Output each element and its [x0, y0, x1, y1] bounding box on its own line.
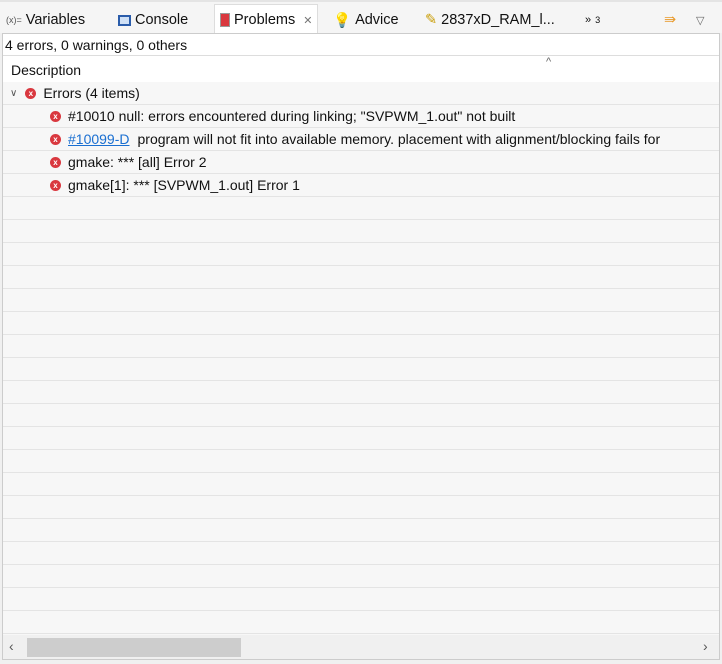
- error-description: gmake: *** [all] Error 2: [68, 154, 207, 170]
- empty-row: [3, 542, 719, 565]
- close-icon[interactable]: ✕: [303, 14, 312, 27]
- scrollbar-thumb[interactable]: [27, 638, 241, 657]
- error-icon: x: [50, 179, 61, 191]
- tab-advice[interactable]: 💡 Advice: [333, 5, 399, 35]
- view-menu-button[interactable]: ▽: [696, 5, 704, 35]
- error-code-link[interactable]: #10099-D: [68, 131, 130, 147]
- empty-row: [3, 243, 719, 266]
- variables-icon: (x)=: [6, 15, 22, 25]
- empty-row: [3, 220, 719, 243]
- empty-row: [3, 588, 719, 611]
- focus-icon: ⇛: [664, 12, 677, 28]
- group-label: Errors (4 items): [43, 85, 140, 101]
- overflow-count: 3: [595, 15, 601, 25]
- error-icon: x: [50, 110, 61, 122]
- error-icon: x: [50, 133, 61, 145]
- column-header-description[interactable]: Description ^: [3, 55, 719, 81]
- view-tab-bar: (x)= Variables Console Problems ✕ 💡 Advice …: [0, 0, 722, 35]
- empty-row: [3, 473, 719, 496]
- problems-tree: ∨ x Errors (4 items) x #10010 null: errors …: [3, 82, 719, 635]
- error-icon: x: [50, 156, 61, 168]
- empty-row: [3, 381, 719, 404]
- sort-up-icon: ^: [546, 56, 552, 68]
- problems-icon: [220, 13, 230, 27]
- horizontal-scrollbar[interactable]: ‹ ›: [3, 635, 719, 659]
- scroll-left-icon[interactable]: ‹: [9, 638, 14, 654]
- empty-row: [3, 289, 719, 312]
- empty-row: [3, 335, 719, 358]
- tab-label: Variables: [25, 12, 86, 28]
- empty-row: [3, 611, 719, 634]
- focus-button[interactable]: ⇛: [664, 5, 676, 35]
- tab-overflow-button[interactable]: » 3: [585, 5, 600, 35]
- lightbulb-icon: 💡: [333, 12, 352, 29]
- empty-row: [3, 358, 719, 381]
- tab-label: Console: [135, 12, 189, 28]
- list-item[interactable]: x #10099-D program will not fit into avail…: [3, 128, 719, 151]
- empty-row: [3, 266, 719, 289]
- scroll-right-icon[interactable]: ›: [703, 638, 708, 654]
- chevron-down-icon: ▽: [696, 14, 705, 27]
- empty-row: [3, 519, 719, 542]
- empty-row: [3, 496, 719, 519]
- chevron-double-right-icon: »: [585, 14, 592, 26]
- error-description: gmake[1]: *** [SVPWM_1.out] Error 1: [68, 177, 300, 193]
- empty-row: [3, 404, 719, 427]
- tree-group-errors[interactable]: ∨ x Errors (4 items): [3, 82, 719, 105]
- linker-file-icon: ✎: [425, 12, 438, 28]
- tab-variables[interactable]: (x)= Variables: [6, 5, 85, 35]
- column-label: Description: [11, 62, 82, 78]
- empty-row: [3, 312, 719, 335]
- tab-console[interactable]: Console: [118, 5, 188, 35]
- empty-row: [3, 197, 719, 220]
- list-item[interactable]: x #10010 null: errors encountered during …: [3, 105, 719, 128]
- empty-row: [3, 450, 719, 473]
- error-description: program will not fit into available memo…: [137, 131, 661, 147]
- tab-label: 2837xD_RAM_l...: [441, 12, 555, 28]
- problems-summary: 4 errors, 0 warnings, 0 others: [5, 37, 188, 53]
- console-icon: [118, 14, 131, 26]
- chevron-down-icon[interactable]: ∨: [10, 88, 17, 99]
- error-description: #10010 null: errors encountered during l…: [68, 108, 516, 124]
- tab-label: Problems: [234, 12, 296, 28]
- list-item[interactable]: x gmake[1]: *** [SVPWM_1.out] Error 1: [3, 174, 719, 197]
- tab-problems[interactable]: Problems ✕: [214, 4, 319, 35]
- problems-view: 4 errors, 0 warnings, 0 others Descripti…: [2, 33, 720, 660]
- error-icon: x: [25, 87, 37, 99]
- empty-row: [3, 565, 719, 588]
- list-item[interactable]: x gmake: *** [all] Error 2: [3, 151, 719, 174]
- tab-linker-file[interactable]: ✎ 2837xD_RAM_l...: [425, 5, 555, 35]
- tab-label: Advice: [355, 12, 399, 28]
- empty-row: [3, 427, 719, 450]
